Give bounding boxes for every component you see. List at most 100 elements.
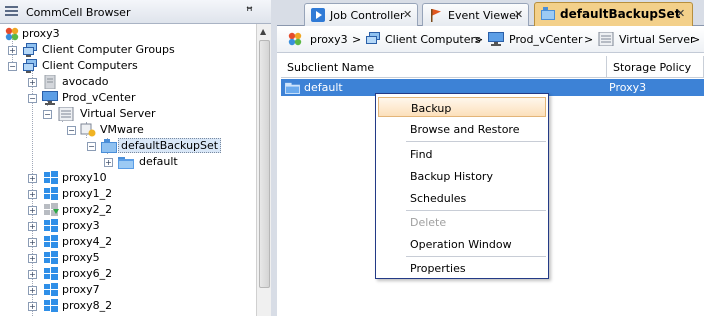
column-header-subclient-name[interactable]: Subclient Name	[281, 56, 607, 78]
computer-group-icon	[366, 32, 380, 44]
tree-label: Client Computer Groups	[42, 43, 175, 56]
expand-icon[interactable]: +	[28, 270, 37, 279]
expand-icon[interactable]: +	[28, 222, 37, 231]
tree-node-vmware[interactable]: − VMware	[0, 122, 256, 138]
monitor-icon	[488, 32, 504, 46]
windows-icon	[44, 283, 58, 296]
menu-item-label: Schedules	[410, 192, 467, 205]
tree-node-defaultbackupset[interactable]: − defaultBackupSet	[0, 138, 256, 154]
tree-label: proxy1_2	[62, 187, 113, 200]
tree-node-client[interactable]: + proxy8_2	[0, 298, 256, 314]
tree-scrollbar[interactable]: ▲	[256, 24, 271, 316]
tree-label: default	[139, 155, 178, 168]
collapse-icon[interactable]: −	[8, 62, 17, 71]
menu-item-label: Backup History	[410, 170, 493, 183]
play-icon	[311, 8, 325, 22]
expand-icon[interactable]: +	[28, 302, 37, 311]
menu-item-label: Find	[410, 148, 433, 161]
scroll-up-icon[interactable]: ▲	[260, 27, 266, 36]
server-icon	[44, 75, 56, 89]
tree-node-client[interactable]: + proxy7	[0, 282, 256, 298]
tree-node-client[interactable]: + proxy2_2	[0, 202, 256, 218]
expand-icon[interactable]: +	[28, 174, 37, 183]
close-icon[interactable]: ✕	[676, 7, 685, 20]
expand-icon[interactable]: +	[28, 206, 37, 215]
menu-item-backup-history[interactable]: Backup History	[378, 166, 546, 186]
expand-icon[interactable]: +	[28, 238, 37, 247]
tree-node-root[interactable]: proxy3	[0, 26, 256, 42]
computer-group-icon	[23, 43, 37, 57]
menu-separator	[406, 210, 546, 211]
tree-node-client-computers[interactable]: − Client Computers	[0, 58, 256, 74]
tree-label: proxy4_2	[62, 235, 113, 248]
tree-node-client-computer-groups[interactable]: + Client Computer Groups	[0, 42, 256, 58]
breadcrumb-separator: >	[584, 33, 594, 46]
collapse-icon[interactable]: −	[43, 110, 52, 119]
tree-node-prod-vcenter[interactable]: − Prod_vCenter	[0, 90, 256, 106]
tree-label: Prod_vCenter	[62, 91, 136, 104]
windows-icon	[44, 267, 58, 280]
cell-subclient-name: default	[304, 81, 343, 94]
tree-node-client[interactable]: + proxy5	[0, 250, 256, 266]
expand-icon[interactable]: +	[28, 286, 37, 295]
tree-label: proxy7	[62, 283, 100, 296]
menu-item-backup[interactable]: Backup	[378, 97, 546, 117]
grip-icon[interactable]	[5, 6, 19, 18]
breadcrumb-item-proxy3[interactable]: proxy3	[310, 33, 348, 46]
scrollbar-thumb[interactable]	[259, 40, 270, 288]
close-icon[interactable]: ✕	[403, 8, 412, 21]
tree-label: proxy5	[62, 251, 100, 264]
tree-node-virtual-server[interactable]: − Virtual Server	[0, 106, 256, 122]
breadcrumb-item-virtual-server[interactable]: Virtual Server	[619, 33, 695, 46]
tab-job-controller[interactable]: Job Controller ✕	[304, 3, 418, 26]
breadcrumb-item-client-computers[interactable]: Client Computers	[385, 33, 481, 46]
tab-event-viewer[interactable]: Event Viewer ✕	[422, 3, 529, 26]
windows-icon	[44, 251, 58, 264]
tree-label: Client Computers	[42, 59, 138, 72]
menu-item-delete: Delete	[378, 212, 546, 232]
collapse-icon[interactable]: −	[28, 94, 37, 103]
flag-icon	[431, 9, 441, 22]
tab-label: defaultBackupSet	[560, 7, 681, 21]
menu-item-label: Operation Window	[410, 238, 512, 251]
tree-label: proxy8_2	[62, 299, 113, 312]
expand-icon[interactable]: +	[8, 46, 17, 55]
menu-separator	[406, 256, 546, 257]
tree-node-client[interactable]: + proxy3	[0, 218, 256, 234]
breadcrumb: proxy3 > Client Computers > Prod_vCenter…	[277, 27, 704, 53]
tree-label: proxy3	[62, 219, 100, 232]
menu-item-properties[interactable]: Properties	[378, 258, 546, 278]
menu-item-browse-and-restore[interactable]: Browse and Restore	[378, 119, 546, 139]
expand-icon[interactable]: +	[28, 254, 37, 263]
tree-label: defaultBackupSet	[118, 138, 222, 153]
expand-icon[interactable]: +	[28, 190, 37, 199]
collapse-icon[interactable]: −	[87, 142, 96, 151]
menu-item-label: Delete	[410, 216, 447, 229]
tab-defaultbackupset[interactable]: defaultBackupSet ✕	[534, 2, 693, 26]
menu-item-schedules[interactable]: Schedules	[378, 188, 546, 208]
tree-node-client[interactable]: + proxy6_2	[0, 266, 256, 282]
expand-icon[interactable]: +	[28, 78, 37, 87]
commcell-icon	[5, 27, 19, 41]
menu-item-find[interactable]: Find	[378, 144, 546, 164]
breadcrumb-item-prod-vcenter[interactable]: Prod_vCenter	[509, 33, 582, 46]
tree-node-client[interactable]: + proxy1_2	[0, 186, 256, 202]
collapse-icon[interactable]: −	[67, 126, 76, 135]
vmware-icon	[80, 123, 96, 137]
tree-label: proxy3	[22, 27, 60, 40]
column-header-storage-policy[interactable]: Storage Policy	[607, 56, 704, 78]
tab-label: Job Controller	[330, 9, 405, 22]
menu-item-operation-window[interactable]: Operation Window	[378, 234, 546, 254]
tab-bar: Job Controller ✕ Event Viewer ✕ defaultB…	[277, 0, 704, 26]
breadcrumb-separator: >	[474, 33, 484, 46]
pin-icon[interactable]: ꟸ	[246, 4, 253, 18]
commcell-tree: proxy3 + Client Computer Groups − Client…	[0, 24, 256, 316]
tree-node-avocado[interactable]: + avocado	[0, 74, 256, 90]
expand-icon[interactable]: +	[104, 158, 113, 167]
panel-title: CommCell Browser	[26, 6, 131, 19]
tree-node-default[interactable]: + default	[0, 154, 256, 170]
windows-icon	[44, 235, 58, 248]
tree-node-client[interactable]: + proxy4_2	[0, 234, 256, 250]
tree-node-client[interactable]: + proxy10	[0, 170, 256, 186]
close-icon[interactable]: ✕	[514, 8, 523, 21]
